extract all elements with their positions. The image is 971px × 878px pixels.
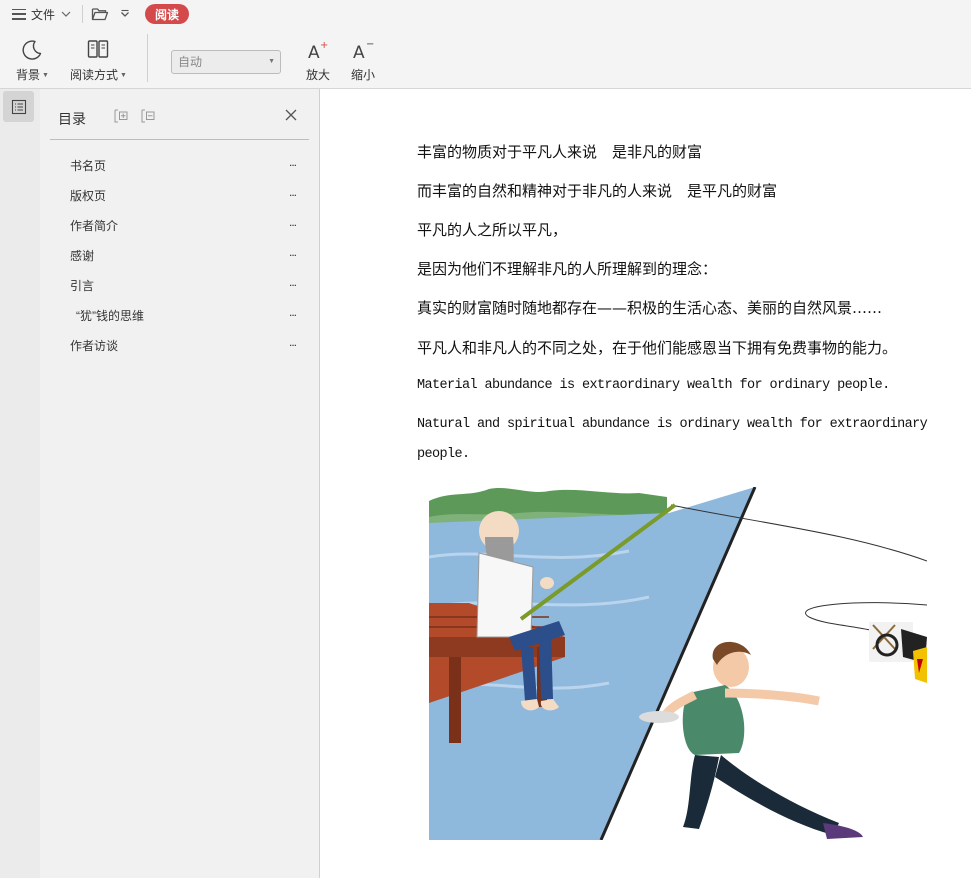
svg-text:−: − [366,39,374,50]
english-line: Natural and spiritual abundance is ordin… [417,417,928,432]
top-menu-bar: 文件 阅读 [0,0,971,28]
zoom-in-button[interactable]: A + 放大 [306,36,330,83]
menu-divider [82,5,83,23]
toc-item-author-bio[interactable]: 作者简介 ... [70,215,297,235]
book-open-icon [86,36,110,64]
zoom-mode-select[interactable]: 自动 ▼ [171,50,281,74]
zoom-out-button[interactable]: A − 缩小 [351,36,375,83]
toc-item-label: 作者访谈 [70,339,119,353]
content-line: 是因为他们不理解非凡的人所理解到的理念： [417,260,718,278]
chevron-down-icon [61,11,71,17]
toc-item-thanks[interactable]: 感谢 ... [70,245,297,265]
zoom-out-label: 缩小 [351,68,376,82]
content-line: 平凡人和非凡人的不同之处，在于他们能感恩当下拥有免费事物的能力。 [417,339,898,357]
background-button[interactable]: 背景 ▼ [16,36,49,83]
toc-item-label: 引言 [70,279,95,293]
toolbar-divider [147,34,148,82]
zoom-in-label: 放大 [306,68,331,82]
caret-down-icon: ▼ [120,72,127,80]
svg-text:A: A [353,43,365,62]
toc-title: 目录 [58,111,86,127]
reading-pane[interactable]: 丰富的物质对于平凡人来说 是非凡的财富 而丰富的自然和精神对于非凡的人来说 是平… [321,89,971,878]
more-icon[interactable]: ... [289,245,297,259]
toc-panel: 目录 书名页 ... 版权页 ... 作者简介 ... 感谢 ... 引言 ..… [40,89,320,878]
quick-access-dropdown[interactable] [119,4,131,24]
side-rail [0,89,40,878]
toc-item-label: “犹”钱的思维 [76,309,144,323]
toc-item-author-interview[interactable]: 作者访谈 ... [70,335,297,355]
more-icon[interactable]: ... [289,335,297,349]
file-menu-button[interactable]: 文件 [12,4,72,24]
more-icon[interactable]: ... [289,215,297,229]
svg-text:+: + [320,40,328,51]
content-line: 而丰富的自然和精神对于非凡的人来说 是平凡的财富 [417,182,778,200]
toc-item-label: 书名页 [70,159,107,173]
select-arrow-icon: ▼ [268,58,275,65]
file-menu-label: 文件 [31,7,56,22]
list-icon [11,99,26,114]
font-decrease-icon: A − [352,36,374,64]
fishing-illustration [429,487,927,840]
folder-open-icon [91,8,109,21]
read-mode-button[interactable]: 阅读方式 ▼ [70,36,127,83]
toc-item-introduction[interactable]: 引言 ... [70,275,297,295]
moon-icon [20,36,44,64]
toc-item-title-page[interactable]: 书名页 ... [70,155,297,175]
svg-text:A: A [308,43,320,62]
reader-toolbar: 背景 ▼ 阅读方式 ▼ 自动 ▼ A + 放大 A − 缩小 [0,28,971,89]
zoom-mode-value: 自动 [178,55,203,69]
collapse-all-icon[interactable] [141,109,155,123]
english-line: people. [417,447,470,462]
toc-item-label: 作者简介 [70,219,119,233]
caret-down-icon: ▼ [42,72,49,80]
content-line: 真实的财富随时随地都存在——积极的生活心态、美丽的自然风景…… [417,299,883,317]
more-icon[interactable]: ... [289,305,297,319]
open-folder-button[interactable] [91,4,109,24]
more-icon[interactable]: ... [289,185,297,199]
close-icon[interactable] [283,107,299,123]
read-mode-tab[interactable]: 阅读 [145,4,189,24]
toc-item-label: 感谢 [70,249,95,263]
toc-toggle-button[interactable] [3,91,34,122]
expand-all-icon[interactable] [114,109,128,123]
menu-icon [12,8,26,20]
content-line: 平凡的人之所以平凡， [417,221,568,239]
toc-header: 目录 [50,89,309,140]
toc-item-money-thinking[interactable]: “犹”钱的思维 ... [70,305,297,325]
background-label: 背景 [16,68,41,82]
toc-item-copyright[interactable]: 版权页 ... [70,185,297,205]
font-increase-icon: A + [307,36,329,64]
more-icon[interactable]: ... [289,155,297,169]
toc-item-label: 版权页 [70,189,107,203]
read-mode-label: 阅读方式 [70,68,119,82]
dropdown-arrow-icon [121,9,129,17]
english-line: Material abundance is extraordinary weal… [417,378,890,393]
more-icon[interactable]: ... [289,275,297,289]
content-line: 丰富的物质对于平凡人来说 是非凡的财富 [417,143,703,161]
